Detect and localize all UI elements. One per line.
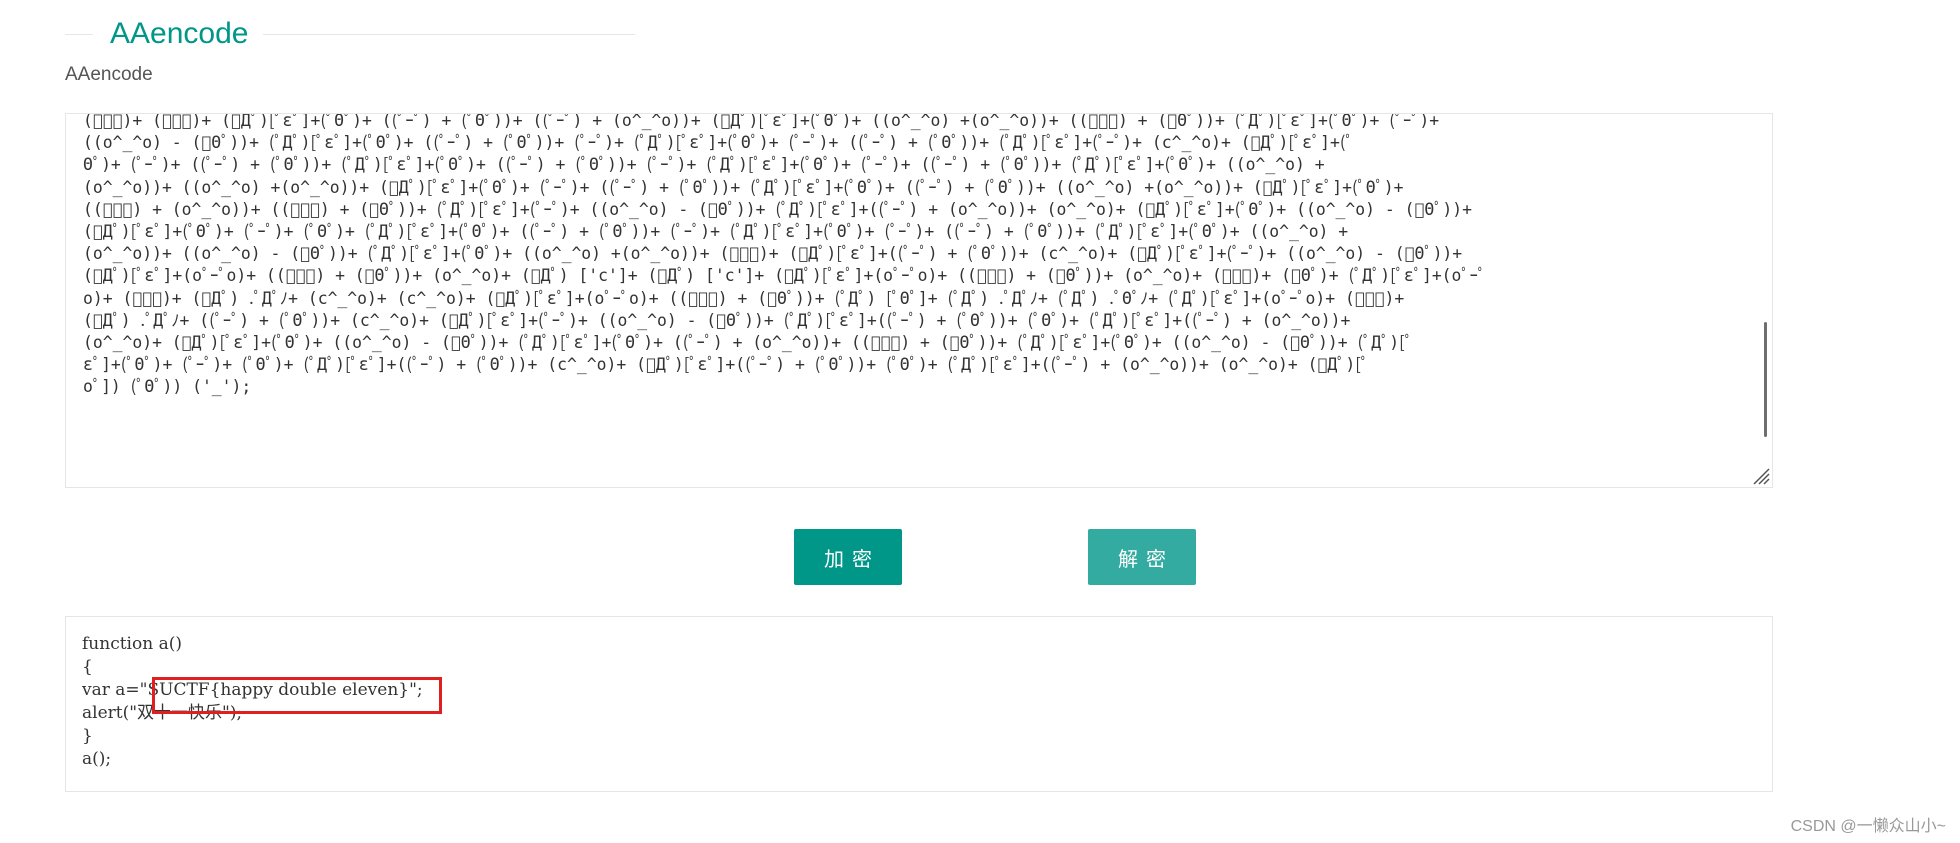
encoded-input-text[interactable]: (ﾟｰﾟ)+ (ﾟｰﾟ)+ (ﾟДﾟ)[ﾟεﾟ]+(ﾟΘﾟ)+ ((ﾟｰﾟ) +…: [83, 114, 1758, 487]
page-header: AAencode: [65, 14, 635, 54]
output-line: function a(): [82, 634, 182, 654]
watermark: CSDN @一懒众山小~: [1790, 818, 1946, 835]
output-line: a();: [82, 749, 112, 769]
encoded-input[interactable]: (ﾟｰﾟ)+ (ﾟｰﾟ)+ (ﾟДﾟ)[ﾟεﾟ]+(ﾟΘﾟ)+ ((ﾟｰﾟ) +…: [65, 113, 1773, 488]
page-title: AAencode: [110, 17, 249, 50]
aaencode-page: AAencode AAencode (ﾟｰﾟ)+ (ﾟｰﾟ)+ (ﾟДﾟ)[ﾟε…: [0, 0, 1960, 843]
output-line: {: [82, 657, 93, 677]
header-divider-right: [263, 34, 635, 35]
decrypt-button[interactable]: 解密: [1088, 529, 1196, 585]
output-line: }: [82, 726, 93, 746]
decoded-output[interactable]: function a() { var a="SUCTF{happy double…: [65, 616, 1773, 792]
section-label: AAencode: [65, 64, 153, 85]
textarea-scrollbar[interactable]: [1764, 322, 1767, 437]
resize-handle-icon[interactable]: [1750, 465, 1770, 485]
encrypt-button[interactable]: 加密: [794, 529, 902, 585]
flag-highlight-box: [152, 677, 442, 714]
header-divider-left: [65, 34, 93, 35]
